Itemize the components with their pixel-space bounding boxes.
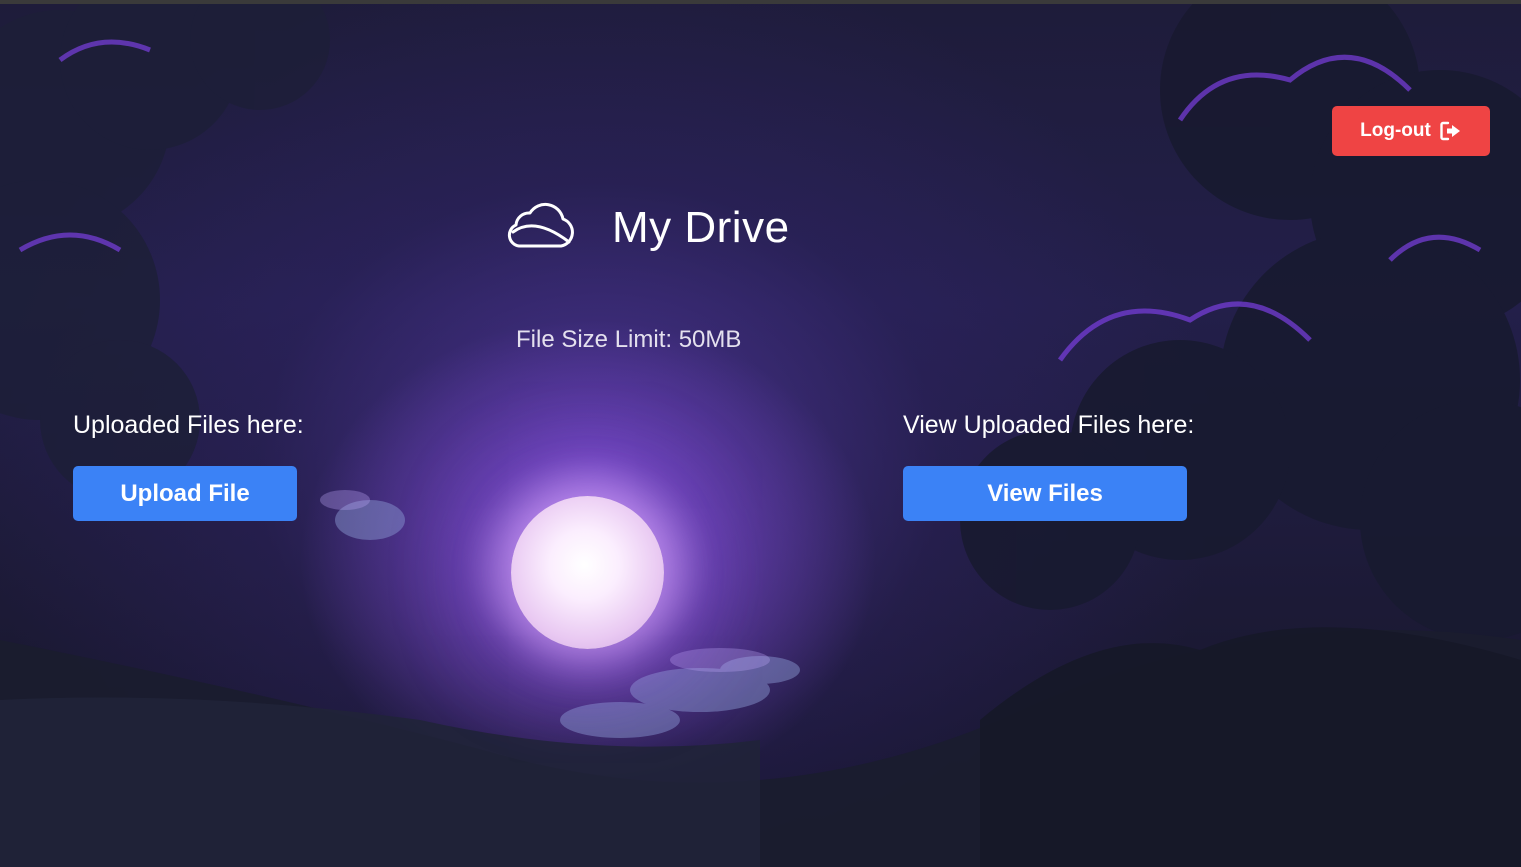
- window-top-border: [0, 0, 1521, 4]
- file-size-limit: File Size Limit: 50MB: [516, 326, 742, 353]
- logout-label: Log-out: [1360, 120, 1431, 141]
- view-section-label: View Uploaded Files here:: [903, 411, 1195, 439]
- cloud-icon: [507, 203, 574, 248]
- view-files-button[interactable]: View Files: [903, 466, 1187, 521]
- moon-image: [511, 496, 664, 649]
- logout-button[interactable]: Log-out: [1332, 106, 1490, 156]
- sign-out-icon: [1440, 121, 1460, 141]
- upload-section-label: Uploaded Files here:: [73, 411, 304, 439]
- upload-file-button[interactable]: Upload File: [73, 466, 297, 521]
- page-title: My Drive: [612, 203, 790, 252]
